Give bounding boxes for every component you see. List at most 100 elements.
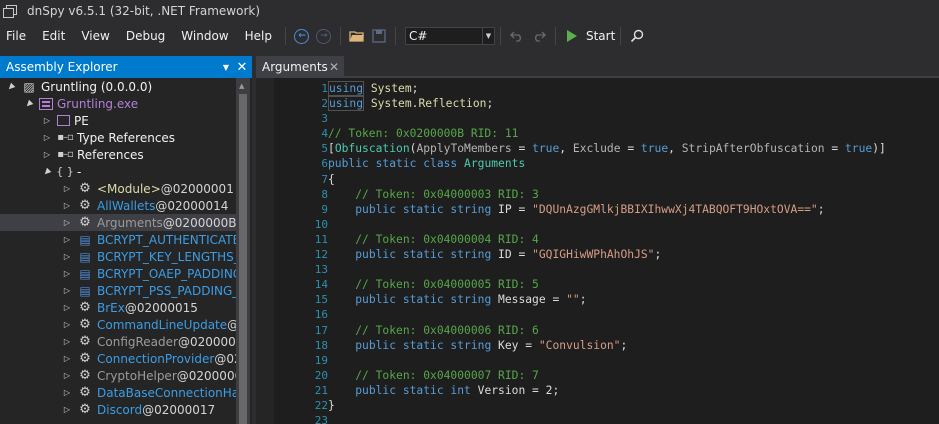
code-line[interactable]: public static string IP = "DQUnAzgGMlkjB…: [328, 202, 939, 217]
menu-help[interactable]: Help: [237, 24, 280, 48]
menu-file[interactable]: File: [0, 24, 34, 48]
code-line[interactable]: public static string ID = "GQIGHiwWPhAhO…: [328, 247, 939, 262]
collapsed-triangle-icon[interactable]: ▷: [62, 269, 72, 279]
tree-item-label: Type References: [77, 130, 176, 145]
tree-item[interactable]: ▷ ⚙ BrEx @02000015: [0, 299, 236, 316]
collapsed-triangle-icon[interactable]: ▷: [62, 337, 72, 347]
collapsed-triangle-icon[interactable]: ▷: [62, 218, 72, 228]
code-line[interactable]: [Obfuscation(ApplyToMembers = true, Excl…: [328, 141, 939, 156]
collapsed-triangle-icon[interactable]: ▷: [42, 150, 52, 160]
collapsed-triangle-icon[interactable]: ▷: [62, 405, 72, 415]
save-icon[interactable]: [370, 27, 388, 45]
code-line[interactable]: [328, 353, 939, 368]
line-number: 2: [321, 97, 328, 111]
menu-debug[interactable]: Debug: [118, 24, 173, 48]
tree-scrollbar[interactable]: ▲: [236, 78, 250, 424]
code-line[interactable]: using System.Reflection;: [328, 96, 939, 112]
code-token: =: [511, 142, 533, 156]
code-line[interactable]: using System;: [328, 81, 939, 96]
collapsed-triangle-icon[interactable]: ▷: [62, 286, 72, 296]
tree-item[interactable]: ▷ ▪–▫ References: [0, 146, 236, 163]
code-line[interactable]: [328, 262, 939, 277]
assembly-icon: ▨: [23, 79, 35, 94]
code-line[interactable]: [328, 217, 939, 232]
tree-item[interactable]: ▷ ▤ BCRYPT_AUTHENTICATED_CIPHER_MODE_INFO: [0, 231, 236, 248]
tree-item[interactable]: ▷ ⚙ DataBaseConnectionHandler: [0, 384, 236, 401]
expanded-triangle-icon[interactable]: ▲: [4, 79, 18, 93]
tree-item[interactable]: ▷ ⚙ CommandLineUpdate @02000010: [0, 316, 236, 333]
collapsed-triangle-icon[interactable]: ▷: [62, 320, 72, 330]
navigate-forward-icon[interactable]: →: [315, 27, 333, 45]
tree-item[interactable]: ▷ ▤ BCRYPT_OAEP_PADDING_INFO: [0, 265, 236, 282]
scrollbar-thumb[interactable]: [239, 94, 247, 424]
close-tab-icon[interactable]: ✕: [329, 60, 339, 74]
code-line[interactable]: public static string Message = "";: [328, 292, 939, 307]
collapsed-triangle-icon[interactable]: ▷: [62, 354, 72, 364]
class-icon: ⚙: [79, 368, 91, 383]
collapsed-triangle-icon[interactable]: ▷: [42, 116, 52, 126]
code-line[interactable]: public static class Arguments: [328, 156, 939, 171]
code-line[interactable]: public static string Key = "Convulsion";: [328, 338, 939, 353]
menu-view[interactable]: View: [73, 24, 117, 48]
chevron-down-icon[interactable]: ▼: [481, 28, 494, 44]
line-number: 8: [321, 187, 328, 201]
tree-item[interactable]: ▲ Gruntling.exe: [0, 95, 236, 112]
collapsed-triangle-icon[interactable]: ▷: [62, 303, 72, 313]
expanded-triangle-icon[interactable]: ▲: [22, 96, 36, 110]
tree-item[interactable]: ▷ ⚙ Arguments @0200000B: [0, 214, 236, 231]
scroll-up-icon[interactable]: ▲: [239, 82, 244, 90]
code-line[interactable]: [328, 111, 939, 126]
menu-window[interactable]: Window: [173, 24, 236, 48]
tree-item[interactable]: ▷ ▪–▫ Type References: [0, 129, 236, 146]
expanded-triangle-icon[interactable]: ▲: [40, 164, 54, 178]
collapsed-triangle-icon[interactable]: ▷: [62, 201, 72, 211]
collapsed-triangle-icon[interactable]: ▷: [62, 184, 72, 194]
code-line[interactable]: }: [328, 398, 939, 413]
tree-item[interactable]: ▷ ⚙ ConfigReader @02000011: [0, 333, 236, 350]
tree-item[interactable]: ▷ PE: [0, 112, 236, 129]
tree-item[interactable]: ▷ ⚙ AllWallets @02000014: [0, 197, 236, 214]
collapsed-triangle-icon[interactable]: ▷: [62, 252, 72, 262]
collapsed-triangle-icon[interactable]: ▷: [62, 371, 72, 381]
code-line[interactable]: // Token: 0x04000003 RID: 3: [328, 187, 939, 202]
close-icon[interactable]: ✕: [234, 60, 250, 75]
language-dropdown[interactable]: C# ▼: [404, 27, 495, 45]
tree-item[interactable]: ▷ ⚙ <Module> @02000001: [0, 180, 236, 197]
code-line[interactable]: [328, 413, 939, 424]
open-folder-icon[interactable]: [348, 27, 366, 45]
code-editor[interactable]: 1 2 3 4 5 6 7 8 9 10 11 12 13 14 15 16 17 18 19 20 21 22 23 us…: [256, 78, 939, 424]
start-debugging-button[interactable]: Start: [566, 29, 615, 43]
collapsed-triangle-icon[interactable]: ▷: [42, 133, 52, 143]
collapsed-triangle-icon[interactable]: ▷: [62, 235, 72, 245]
code-line[interactable]: // Token: 0x04000006 RID: 6: [328, 323, 939, 338]
tree-item-label: BCRYPT_AUTHENTICATED_CIPHER_MODE_INFO: [97, 232, 236, 247]
tree-item[interactable]: ▷ ▤ BCRYPT_KEY_LENGTHS_STRUCT: [0, 248, 236, 265]
code-line[interactable]: // Token: 0x0200000B RID: 11: [328, 126, 939, 141]
navigate-back-icon[interactable]: ←: [293, 27, 311, 45]
tree-item[interactable]: ▷ ⚙ CryptoHelper @02000007: [0, 367, 236, 384]
collapsed-triangle-icon[interactable]: ▷: [62, 388, 72, 398]
tab-label: Arguments: [262, 60, 328, 74]
tree-item[interactable]: ▲ ▨ Gruntling (0.0.0.0): [0, 78, 236, 95]
line-number: 9: [321, 202, 328, 216]
redo-icon[interactable]: [530, 27, 548, 45]
tree-item[interactable]: ▷ ⚙ ConnectionProvider @02000012: [0, 350, 236, 367]
tree-item[interactable]: ▷ ▤ BCRYPT_PSS_PADDING_INFO: [0, 282, 236, 299]
code-line[interactable]: // Token: 0x04000007 RID: 7: [328, 368, 939, 383]
code-token: )]: [872, 142, 886, 156]
tree-item[interactable]: ▲{ } -: [0, 163, 236, 180]
tab-arguments[interactable]: Arguments ✕: [256, 56, 344, 78]
code-line[interactable]: // Token: 0x04000005 RID: 5: [328, 277, 939, 292]
code-line[interactable]: public static int Version = 2;: [328, 383, 939, 398]
editor-margin[interactable]: [256, 78, 274, 424]
panel-menu-icon[interactable]: ▼: [218, 63, 234, 72]
code-token: ;: [654, 248, 662, 262]
code-line[interactable]: // Token: 0x04000004 RID: 4: [328, 232, 939, 247]
code-line[interactable]: [328, 307, 939, 322]
code-view[interactable]: using System; using System.Reflection; //…: [328, 81, 939, 424]
search-icon[interactable]: [628, 27, 646, 45]
tree-item[interactable]: ▷ ⚙ Discord @02000017: [0, 401, 236, 418]
menu-edit[interactable]: Edit: [34, 24, 73, 48]
undo-icon[interactable]: [508, 27, 526, 45]
code-line[interactable]: {: [328, 172, 939, 187]
